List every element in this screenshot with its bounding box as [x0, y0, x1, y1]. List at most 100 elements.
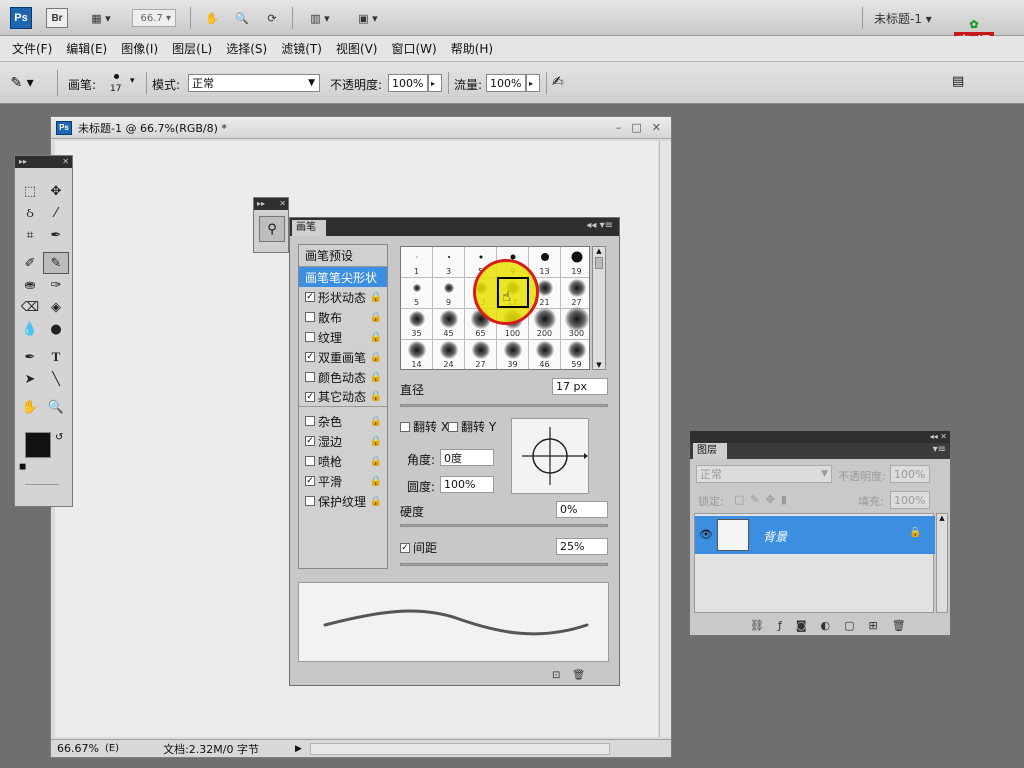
brush-setting-item[interactable]: 颜色动态 🔒 [299, 367, 387, 387]
hardness-field[interactable]: 0% [556, 501, 608, 518]
brush-tip[interactable]: 200 [529, 308, 561, 340]
lock-icon[interactable]: 🔒 [370, 332, 382, 343]
flow-slider-toggle[interactable]: ▸ [526, 74, 540, 92]
pen-tool[interactable]: ✒ [17, 346, 43, 368]
checkbox-icon[interactable]: ✓ [305, 436, 315, 446]
menu-view[interactable]: 视图(V) [336, 40, 378, 57]
lock-icon[interactable]: 🔒 [370, 416, 382, 427]
healing-brush-tool[interactable]: ✐ [17, 252, 43, 274]
brush-setting-item[interactable]: ✓ 形状动态 🔒 [299, 287, 387, 307]
brush-tip[interactable]: 19 [561, 247, 589, 278]
scroll-up-arrow[interactable]: ▲ [593, 247, 605, 255]
spacing-checkbox[interactable]: ✓ 间距 [400, 539, 437, 556]
visibility-eye-icon[interactable]: 👁 [699, 528, 713, 541]
menu-layer[interactable]: 图层(L) [172, 40, 212, 57]
checkbox-icon[interactable]: ✓ [305, 352, 315, 362]
hand-tool[interactable]: ✋ [17, 396, 43, 418]
clone-stamp-tool[interactable]: ⛂ [17, 274, 43, 296]
move-tool[interactable]: ✥ [43, 180, 69, 202]
zoom-tool[interactable]: 🔍 [43, 396, 69, 418]
brush-tip[interactable]: 14 [401, 340, 433, 369]
brush-tip[interactable]: 1 [401, 247, 433, 278]
marquee-tool[interactable]: ⬚ [17, 180, 43, 202]
menu-window[interactable]: 窗口(W) [391, 40, 436, 57]
checkbox-icon[interactable] [305, 372, 315, 382]
zoom-level-field[interactable]: 66.7 ▾ [132, 9, 176, 27]
layers-dock-header[interactable]: ◂◂ ✕ [690, 431, 950, 443]
blend-mode-select[interactable]: 正常 ▼ [696, 465, 832, 483]
checkbox-icon[interactable] [305, 312, 315, 322]
hardness-slider[interactable] [400, 524, 608, 527]
horizontal-scrollbar[interactable] [309, 742, 610, 755]
checkbox-icon[interactable]: ✓ [305, 391, 315, 402]
brush-tip[interactable]: 27 [465, 340, 497, 369]
diameter-slider[interactable] [400, 404, 608, 407]
menu-filter[interactable]: 滤镜(T) [281, 40, 322, 57]
brush-tip[interactable]: 9 [433, 278, 465, 309]
arrange-documents-button[interactable]: ▥ ▾ [302, 7, 338, 29]
checkbox-icon[interactable] [305, 456, 315, 466]
lock-icon[interactable]: 🔒 [370, 456, 382, 467]
mode-select[interactable]: 正常 ▼ [188, 74, 320, 92]
brush-setting-item[interactable]: 纹理 🔒 [299, 327, 387, 347]
checkbox-icon[interactable] [305, 496, 315, 506]
quick-mask-button[interactable] [25, 484, 59, 494]
layer-row-background[interactable]: 👁 背景 🔒 [695, 516, 935, 554]
spacing-field[interactable]: 25% [556, 538, 608, 555]
brush-presets-link[interactable]: 画笔预设 [299, 245, 387, 267]
swap-colors-icon[interactable]: ↺ [55, 432, 63, 443]
scroll-thumb[interactable] [595, 257, 603, 269]
blur-tool[interactable]: 💧 [17, 318, 43, 340]
panel-menu-icon[interactable]: ▾≡ [933, 444, 946, 455]
line-tool[interactable]: ╲ [43, 368, 69, 390]
window-controls[interactable]: –□✕ [616, 121, 671, 134]
type-tool[interactable]: T [43, 346, 69, 368]
brush-tip[interactable]: 24 [433, 340, 465, 369]
brush-setting-item[interactable]: 喷枪 🔒 [299, 451, 387, 471]
brush-setting-item[interactable]: 散布 🔒 [299, 307, 387, 327]
lasso-tool[interactable]: ઠ [17, 202, 43, 224]
history-brush-tool[interactable]: ✑ [43, 274, 69, 296]
brush-setting-item[interactable]: ✓ 平滑 🔒 [299, 471, 387, 491]
brush-tip[interactable]: 35 [401, 309, 433, 340]
flip-y-checkbox[interactable]: 翻转 Y [448, 418, 496, 435]
scroll-down-arrow[interactable]: ▼ [593, 361, 605, 369]
dock-header[interactable]: ▸▸ ✕ [254, 198, 288, 210]
eyedropper-tool[interactable]: ✒ [43, 224, 69, 246]
brush-tip[interactable]: 3 [433, 247, 465, 278]
flip-x-checkbox[interactable]: 翻转 X [400, 418, 449, 435]
magic-wand-tool[interactable]: ⁄ [43, 202, 69, 224]
lock-icon[interactable]: 🔒 [370, 496, 382, 507]
lock-icons[interactable]: □✎✥▮ [734, 493, 793, 506]
lock-icon[interactable]: 🔒 [370, 436, 382, 447]
lock-icon[interactable]: 🔒 [370, 476, 382, 487]
brush-setting-item[interactable]: ✓ 双重画笔 🔒 [299, 347, 387, 367]
brush-tip[interactable]: 59 [561, 340, 589, 369]
brush-setting-item[interactable]: 保护纹理 🔒 [299, 491, 387, 511]
checkbox-icon[interactable]: ✓ [305, 292, 315, 302]
status-menu-arrow[interactable]: ▶ [295, 744, 302, 754]
layers-scrollbar[interactable]: ▲ [936, 513, 948, 613]
brush-tip[interactable]: 300 [561, 307, 589, 340]
brush-panel-tab[interactable]: 画笔 [292, 220, 326, 236]
checkbox-icon[interactable] [305, 416, 315, 426]
menu-image[interactable]: 图像(I) [121, 40, 158, 57]
brush-tip[interactable]: 46 [529, 340, 561, 369]
checkbox-icon[interactable] [305, 332, 315, 342]
paint-bucket-tool[interactable]: ◈ [43, 296, 69, 318]
flow-field[interactable]: 100% [486, 74, 526, 92]
bridge-button[interactable]: Br [46, 8, 68, 28]
zoom-tool-button[interactable]: 🔍 [230, 7, 254, 29]
zoom-readout[interactable]: 66.67% [57, 742, 99, 755]
brush-tip[interactable]: 5 [401, 278, 433, 309]
view-extras-button[interactable]: ▦ ▾ [84, 7, 118, 29]
opacity-slider-toggle[interactable]: ▸ [428, 74, 442, 92]
document-switcher[interactable]: 未标题-1 ▾ [874, 10, 932, 27]
lock-icon[interactable]: 🔒 [370, 391, 382, 402]
brush-setting-item[interactable]: ✓ 其它动态 🔒 [299, 387, 387, 407]
brush-tip[interactable]: 39 [497, 340, 529, 369]
layers-footer-icons[interactable]: ⛓ƒ◙◐▢⊞🗑 [750, 619, 920, 632]
rotate-view-button[interactable]: ⟳ [260, 7, 284, 29]
tool-preset-picker[interactable]: ✎ ▾ [6, 70, 58, 96]
lock-icon[interactable]: 🔒 [370, 312, 382, 323]
